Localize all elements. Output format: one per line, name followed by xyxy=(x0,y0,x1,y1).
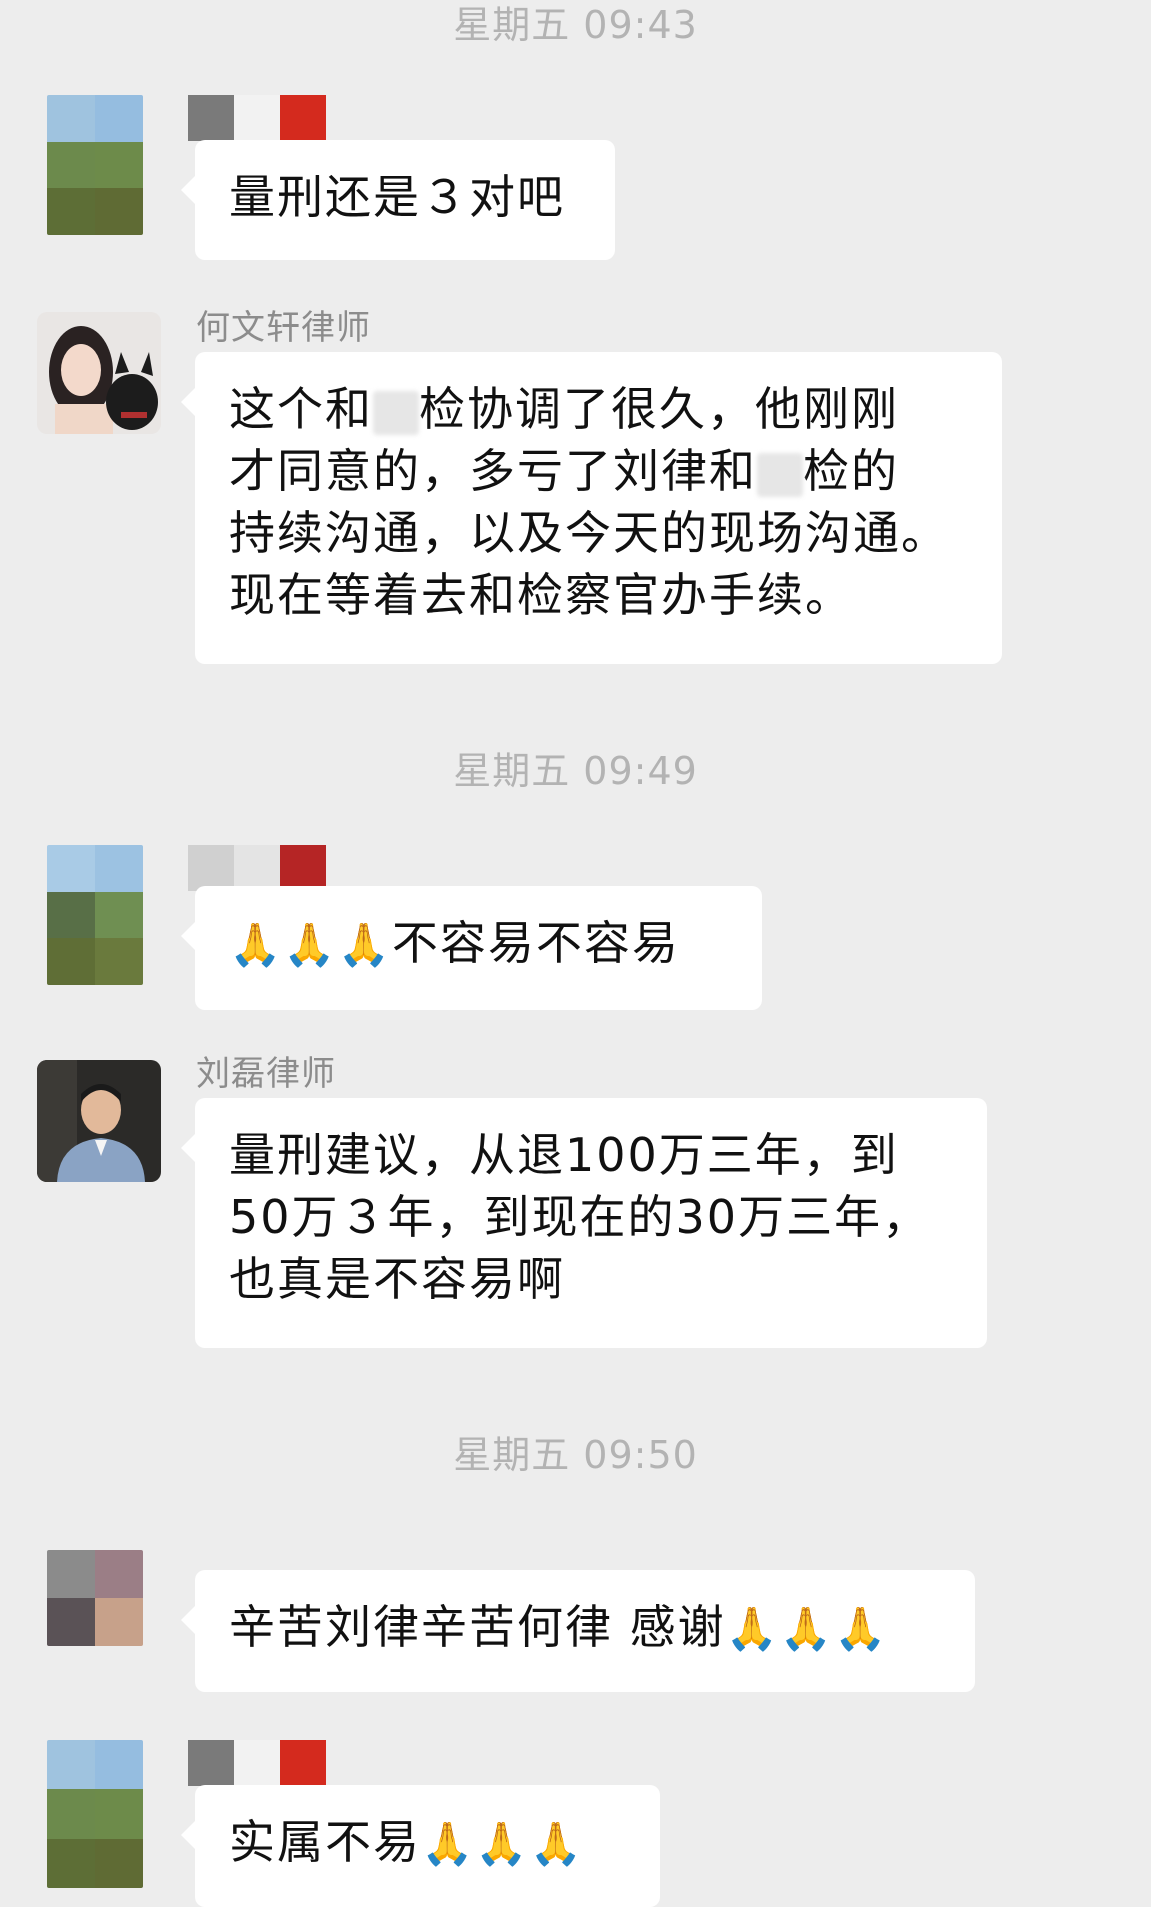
message-bubble[interactable]: 🙏🙏🙏不容易不容易 xyxy=(181,886,762,1010)
censored-text xyxy=(757,452,803,497)
pray-icon: 🙏🙏🙏 xyxy=(421,1819,584,1868)
avatar[interactable] xyxy=(47,95,143,235)
message-text: 检协调了很久，他刚刚 xyxy=(419,382,899,436)
message-bubble[interactable]: 量刑建议，从退100万三年，到 50万３年，到现在的30万三年， 也真是不容易啊 xyxy=(181,1098,987,1348)
message-text: 这个和 xyxy=(229,382,373,436)
timestamp: 星期五 09:43 xyxy=(453,3,698,47)
lawyer-liu-avatar[interactable] xyxy=(37,1060,161,1182)
message-bubble[interactable]: 实属不易🙏🙏🙏 xyxy=(181,1785,660,1907)
message-bubble[interactable]: 辛苦刘律辛苦何律 感谢🙏🙏🙏 xyxy=(181,1570,975,1692)
pray-icon: 🙏🙏🙏 xyxy=(725,1604,889,1653)
censored-sender-name xyxy=(188,845,326,891)
message-text: 50万３年，到现在的30万三年， xyxy=(229,1190,931,1244)
avatar[interactable] xyxy=(47,1550,143,1646)
timestamp: 星期五 09:49 xyxy=(453,749,698,793)
chat-window: 星期五 09:43 量刑还是３对吧 何文轩律师 这个和检协调了很久，他刚刚 才 xyxy=(0,0,1151,1907)
censored-sender-name xyxy=(188,1740,326,1786)
message-text: 量刑建议，从退100万三年，到 xyxy=(229,1128,899,1182)
message-text: 不容易不容易 xyxy=(391,916,680,970)
message-text: 现在等着去和检察官办手续。 xyxy=(229,568,853,622)
message-text: 实属不易 xyxy=(229,1815,421,1869)
message-text: 持续沟通，以及今天的现场沟通。 xyxy=(229,506,949,560)
pray-icon: 🙏🙏🙏 xyxy=(229,920,392,969)
message-text: 检的 xyxy=(803,444,899,498)
message-text: 辛苦刘律辛苦何律 感谢 xyxy=(229,1600,726,1654)
message-text: 量刑还是３对吧 xyxy=(229,170,565,224)
censored-sender-name xyxy=(188,95,326,141)
sender-name: 刘磊律师 xyxy=(196,1054,336,1094)
message-bubble[interactable]: 量刑还是３对吧 xyxy=(181,140,615,260)
avatar[interactable] xyxy=(47,1740,143,1888)
timestamp: 星期五 09:50 xyxy=(453,1433,698,1477)
lawyer-he-avatar[interactable] xyxy=(37,312,161,434)
avatar[interactable] xyxy=(47,845,143,985)
message-text: 才同意的，多亏了刘律和 xyxy=(229,444,757,498)
message-text: 也真是不容易啊 xyxy=(229,1252,565,1306)
sender-name: 何文轩律师 xyxy=(196,308,371,348)
censored-text xyxy=(373,390,419,435)
message-bubble[interactable]: 这个和 检协调了很久，他刚刚 才同意的，多亏了刘律和 检的 持续沟通，以及今天的现场… xyxy=(181,352,1002,664)
